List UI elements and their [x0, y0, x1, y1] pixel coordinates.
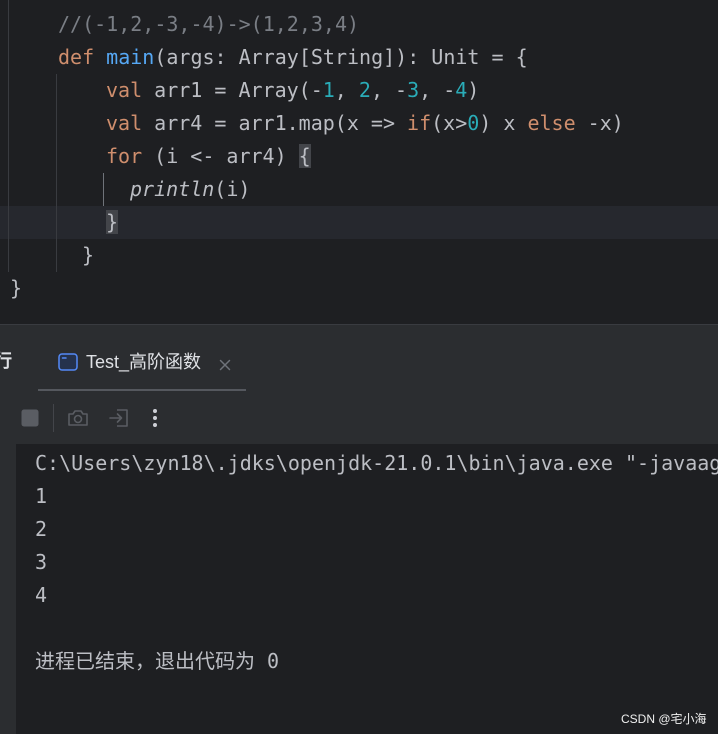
console-icon — [58, 353, 78, 371]
code-text-token: } — [10, 276, 23, 300]
run-toolbar — [0, 393, 718, 444]
camera-icon[interactable] — [67, 408, 89, 428]
number-token: 4 — [455, 78, 468, 102]
indent-guide — [8, 0, 9, 272]
console-line: 3 — [35, 550, 48, 574]
selected-tab-indicator — [38, 389, 246, 391]
code-line[interactable]: } — [82, 239, 94, 272]
code-text-token: } — [82, 243, 95, 267]
exit-icon[interactable] — [108, 407, 130, 429]
code-line[interactable]: val arr4 = arr1.map(x => if(x>0) x else … — [106, 107, 624, 140]
active-indent-guide — [103, 173, 104, 206]
code-line[interactable]: } — [106, 206, 119, 239]
console-line: 4 — [35, 583, 48, 607]
code-text-token: , — [334, 78, 359, 102]
watermark: CSDN @宅小海 — [621, 712, 707, 726]
indent-guide — [56, 74, 57, 272]
toolbar-separator — [53, 404, 54, 432]
console-exit-message: 进程已结束，退出代码为 0 — [35, 649, 280, 673]
code-line[interactable]: println(i) — [130, 173, 250, 206]
console-gutter — [0, 444, 16, 734]
tool-window-header: 行 Test_高阶函数 — [0, 325, 718, 392]
code-text-token: (args: Array[String]): Unit = { — [154, 45, 528, 69]
code-line[interactable]: val arr1 = Array(-1, 2, -3, -4) — [106, 74, 479, 107]
console-line: 1 — [35, 484, 48, 508]
code-text-token: , - — [419, 78, 456, 102]
number-token: 2 — [358, 78, 371, 102]
method-call-token: println — [130, 177, 215, 201]
stop-icon[interactable] — [21, 409, 39, 427]
tool-window-title: 行 — [0, 351, 12, 372]
matched-brace-token: { — [298, 144, 311, 168]
code-line[interactable]: def main(args: Array[String]): Unit = { — [58, 41, 528, 74]
close-icon[interactable] — [219, 356, 231, 371]
code-text-token: (x> — [431, 111, 468, 135]
console-output[interactable]: C:\Users\zyn18\.jdks\openjdk-21.0.1\bin\… — [0, 444, 718, 734]
code-line[interactable]: for (i <- arr4) { — [106, 140, 311, 173]
console-line: 2 — [35, 517, 48, 541]
keyword-token: if — [407, 111, 432, 135]
keyword-token: val — [106, 111, 143, 135]
code-text-token: (i) — [214, 177, 251, 201]
more-vertical-icon[interactable] — [152, 407, 158, 429]
code-editor[interactable]: //(-1,2,-3,-4)->(1,2,3,4) def main(args:… — [0, 0, 718, 324]
code-text-token: , - — [370, 78, 408, 102]
code-text-token: ) x — [479, 111, 528, 135]
keyword-token: else — [527, 111, 576, 135]
matched-brace-token: } — [106, 210, 119, 234]
comment-token: //(-1,2,-3,-4)->(1,2,3,4) — [58, 12, 360, 36]
code-text-token: arr4 = arr1.map(x => — [142, 111, 408, 135]
keyword-token: for — [106, 144, 143, 168]
code-text-token: arr1 = Array(- — [142, 78, 323, 102]
code-text-token: (i <- arr4) — [142, 144, 299, 168]
number-token: 1 — [322, 78, 335, 102]
number-token: 0 — [467, 111, 480, 135]
function-name-token: main — [106, 45, 155, 69]
keyword-token: def — [58, 45, 95, 69]
code-text-token: -x) — [575, 111, 624, 135]
tab-label: Test_高阶函数 — [86, 352, 202, 372]
code-line[interactable]: } — [10, 272, 22, 305]
code-text-token: ) — [467, 78, 480, 102]
number-token: 3 — [407, 78, 420, 102]
code-line[interactable]: //(-1,2,-3,-4)->(1,2,3,4) — [58, 8, 359, 41]
console-line: C:\Users\zyn18\.jdks\openjdk-21.0.1\bin\… — [35, 451, 718, 475]
tab-run-configuration[interactable]: Test_高阶函数 — [38, 325, 246, 392]
keyword-token: val — [106, 78, 143, 102]
run-tool-window: 行 Test_高阶函数 C:\Users\zyn18\.jdks\openjdk… — [0, 325, 718, 734]
